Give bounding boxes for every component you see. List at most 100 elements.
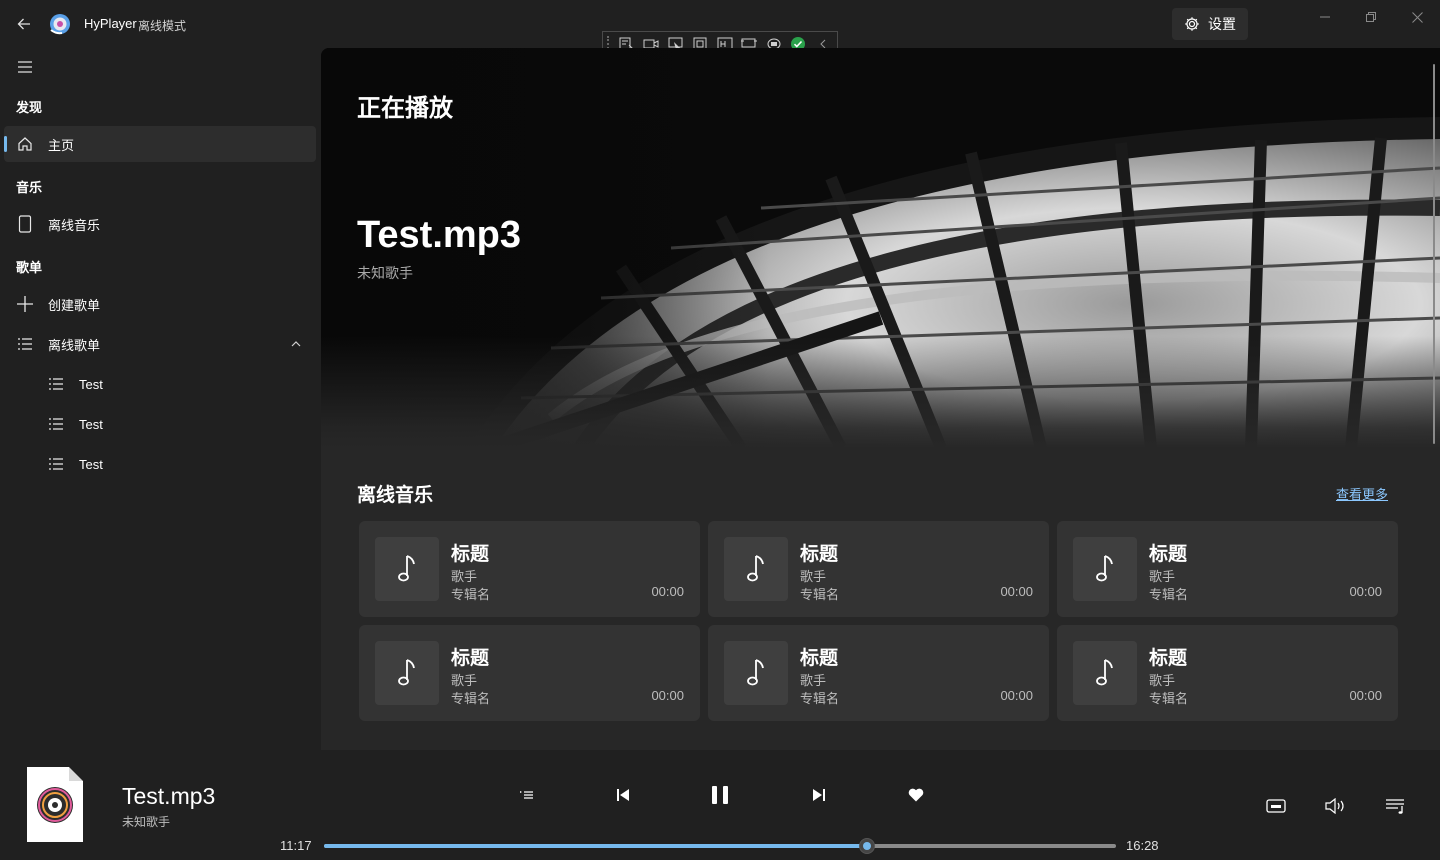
- sidebar-item-label: 创建歌单: [48, 297, 101, 313]
- close-icon: [1411, 11, 1423, 23]
- maximize-button[interactable]: [1351, 6, 1391, 28]
- heart-icon: [908, 788, 924, 802]
- playlist-button[interactable]: [1378, 788, 1414, 824]
- menu-toggle-button[interactable]: [12, 54, 38, 80]
- discover-header: 发现: [16, 100, 43, 115]
- minimize-icon: [1320, 16, 1330, 18]
- music-note-icon: [724, 641, 788, 705]
- album-cover[interactable]: [27, 767, 83, 842]
- restore-icon: [1366, 12, 1376, 22]
- app-title: HyPlayer: [84, 16, 137, 31]
- home-icon: [16, 135, 34, 153]
- pause-button[interactable]: [702, 777, 738, 813]
- song-card[interactable]: 标题 歌手 专辑名 00:00: [1057, 625, 1398, 721]
- play-order-button[interactable]: [508, 777, 544, 813]
- progress-thumb[interactable]: [859, 838, 876, 854]
- minimize-button[interactable]: [1305, 6, 1345, 28]
- sidebar-item-label: Test: [79, 376, 103, 392]
- device-icon: [16, 215, 34, 233]
- song-card[interactable]: 标题 歌手 专辑名 00:00: [359, 521, 700, 617]
- song-album: 专辑名: [1149, 691, 1189, 706]
- song-album: 专辑名: [451, 587, 491, 602]
- total-time: 16:28: [1126, 838, 1159, 853]
- offline-music-section-title: 离线音乐: [357, 485, 434, 506]
- music-note-icon: [375, 641, 439, 705]
- song-artist: 歌手: [800, 673, 827, 688]
- pause-icon: [712, 786, 728, 804]
- sidebar-item-label: 主页: [48, 137, 75, 153]
- music-note-icon: [724, 537, 788, 601]
- song-duration: 00:00: [651, 688, 684, 703]
- current-time: 11:17: [280, 838, 312, 853]
- song-artist: 歌手: [451, 673, 478, 688]
- page-fold: [69, 767, 83, 781]
- back-arrow-icon: [17, 18, 30, 30]
- close-button[interactable]: [1397, 6, 1437, 28]
- gear-icon: [1185, 17, 1199, 31]
- queue-icon: [1386, 799, 1404, 814]
- player-artist: 未知歌手: [122, 815, 171, 829]
- song-title: 标题: [800, 544, 839, 565]
- vertical-scrollbar[interactable]: [1433, 64, 1435, 444]
- volume-button[interactable]: [1318, 788, 1354, 824]
- see-more-link[interactable]: 查看更多: [1336, 484, 1388, 503]
- hero-song-title: Test.mp3: [357, 214, 522, 256]
- song-title: 标题: [1149, 648, 1188, 669]
- sidebar-item-offline-music[interactable]: 离线音乐: [4, 206, 316, 242]
- song-album: 专辑名: [451, 691, 491, 706]
- now-playing-hero: 正在播放 Test.mp3 未知歌手: [321, 48, 1440, 448]
- progress-fill: [324, 844, 868, 848]
- music-header: 音乐: [16, 180, 43, 195]
- previous-button[interactable]: [605, 777, 641, 813]
- playlists-header: 歌单: [16, 260, 43, 275]
- sidebar-item-playlist[interactable]: Test: [4, 366, 316, 402]
- sidebar-item-home[interactable]: 主页: [4, 126, 316, 162]
- chevron-up-icon[interactable]: [290, 338, 302, 350]
- song-artist: 歌手: [1149, 673, 1176, 688]
- sidebar-item-playlist[interactable]: Test: [4, 406, 316, 442]
- music-note-icon: [1073, 641, 1137, 705]
- song-card[interactable]: 标题 歌手 专辑名 00:00: [359, 625, 700, 721]
- lyrics-icon: [1266, 799, 1286, 813]
- song-album: 专辑名: [1149, 587, 1189, 602]
- song-album: 专辑名: [800, 587, 840, 602]
- song-title: 标题: [1149, 544, 1188, 565]
- music-note-icon: [1073, 537, 1137, 601]
- song-artist: 歌手: [451, 569, 478, 584]
- song-title: 标题: [451, 648, 490, 669]
- next-icon: [813, 789, 825, 801]
- song-artist: 歌手: [1149, 569, 1176, 584]
- hero-artist: 未知歌手: [357, 265, 413, 281]
- song-duration: 00:00: [1349, 688, 1382, 703]
- hamburger-icon: [18, 61, 32, 73]
- song-card[interactable]: 标题 歌手 专辑名 00:00: [708, 625, 1049, 721]
- song-duration: 00:00: [651, 584, 684, 599]
- sidebar-item-create-playlist[interactable]: 创建歌单: [4, 286, 316, 322]
- lyrics-button[interactable]: [1258, 788, 1294, 824]
- progress-slider[interactable]: [324, 838, 1116, 854]
- player-bar: Test.mp3 未知歌手 11:17 16:28: [0, 750, 1440, 860]
- settings-label: 设置: [1208, 16, 1236, 32]
- song-card[interactable]: 标题 歌手 专辑名 00:00: [1057, 521, 1398, 617]
- back-button[interactable]: [10, 10, 38, 38]
- song-duration: 00:00: [1000, 688, 1033, 703]
- add-icon: [16, 295, 34, 313]
- song-album: 专辑名: [800, 691, 840, 706]
- app-mode-label: 离线模式: [138, 19, 187, 33]
- song-title: 标题: [451, 544, 490, 565]
- settings-button[interactable]: 设置: [1172, 8, 1248, 40]
- song-card[interactable]: 标题 歌手 专辑名 00:00: [708, 521, 1049, 617]
- player-song-title: Test.mp3: [122, 783, 216, 809]
- main-content: 正在播放 Test.mp3 未知歌手 离线音乐 查看更多 标题 歌手 专辑名 0…: [321, 48, 1440, 750]
- sidebar-item-label: 离线音乐: [48, 217, 101, 233]
- like-button[interactable]: [898, 777, 934, 813]
- now-playing-label: 正在播放: [357, 95, 453, 122]
- next-button[interactable]: [801, 777, 837, 813]
- list-icon: [47, 375, 65, 393]
- sidebar-item-offline-playlists[interactable]: 离线歌单: [4, 326, 316, 362]
- sidebar-item-label: Test: [79, 456, 103, 472]
- sidebar-item-playlist[interactable]: Test: [4, 446, 316, 482]
- song-duration: 00:00: [1000, 584, 1033, 599]
- previous-icon: [617, 789, 629, 801]
- music-note-icon: [375, 537, 439, 601]
